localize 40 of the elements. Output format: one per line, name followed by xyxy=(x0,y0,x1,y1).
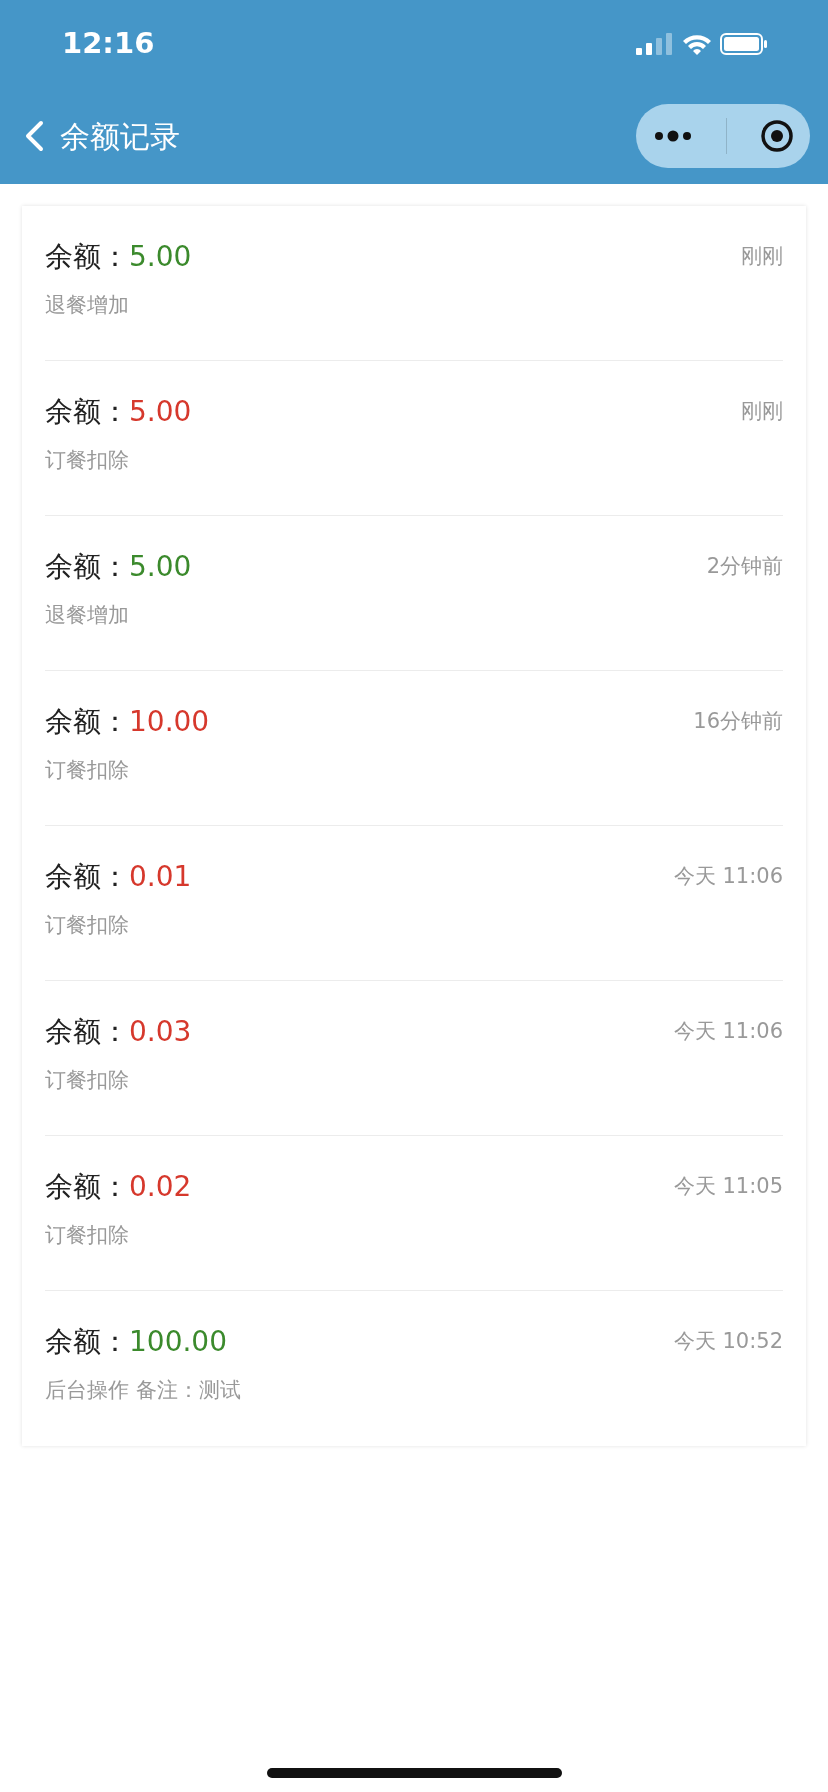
balance-amount: 0.01 xyxy=(129,859,192,895)
close-icon[interactable] xyxy=(759,119,794,153)
record-time: 今天 11:05 xyxy=(673,1173,783,1201)
record-time: 今天 11:06 xyxy=(673,1018,783,1046)
record-note: 订餐扣除 xyxy=(45,1223,129,1247)
balance-amount: 0.02 xyxy=(129,1169,192,1205)
balance-amount: 5.00 xyxy=(129,394,192,430)
record-note: 订餐扣除 xyxy=(45,1068,129,1092)
record-note: 订餐扣除 xyxy=(45,913,129,937)
balance-amount: 5.00 xyxy=(129,549,192,585)
record-time: 刚刚 xyxy=(741,243,783,271)
balance-label: 余额： xyxy=(45,859,129,895)
signal-icon xyxy=(636,33,674,55)
balance-label: 余额： xyxy=(45,1014,129,1050)
balance-amount: 0.03 xyxy=(129,1014,192,1050)
record-time: 今天 10:52 xyxy=(673,1328,783,1356)
record-note: 后台操作 备注：测试 xyxy=(45,1378,241,1402)
balance-label: 余额： xyxy=(45,704,129,740)
balance-label: 余额： xyxy=(45,394,129,430)
record-time: 刚刚 xyxy=(741,398,783,426)
balance-label: 余额： xyxy=(45,1324,129,1360)
back-icon[interactable] xyxy=(24,120,44,152)
record-note: 订餐扣除 xyxy=(45,758,129,782)
battery-icon xyxy=(720,33,768,55)
more-icon[interactable] xyxy=(652,130,693,142)
record-note: 订餐扣除 xyxy=(45,448,129,472)
record-note: 退餐增加 xyxy=(45,603,129,627)
wifi-icon xyxy=(682,33,712,55)
status-time: 12:16 xyxy=(62,25,155,63)
record-time: 16分钟前 xyxy=(693,708,783,736)
balance-label: 余额： xyxy=(45,549,129,585)
record-time: 今天 11:06 xyxy=(673,863,783,891)
balance-label: 余额： xyxy=(45,239,129,275)
record-time: 2分钟前 xyxy=(706,553,783,581)
balance-label: 余额： xyxy=(45,1169,129,1205)
record-note: 退餐增加 xyxy=(45,293,129,317)
balance-amount: 10.00 xyxy=(129,704,210,740)
page-title: 余额记录 xyxy=(60,117,180,156)
balance-amount: 100.00 xyxy=(129,1324,227,1360)
balance-amount: 5.00 xyxy=(129,239,192,275)
